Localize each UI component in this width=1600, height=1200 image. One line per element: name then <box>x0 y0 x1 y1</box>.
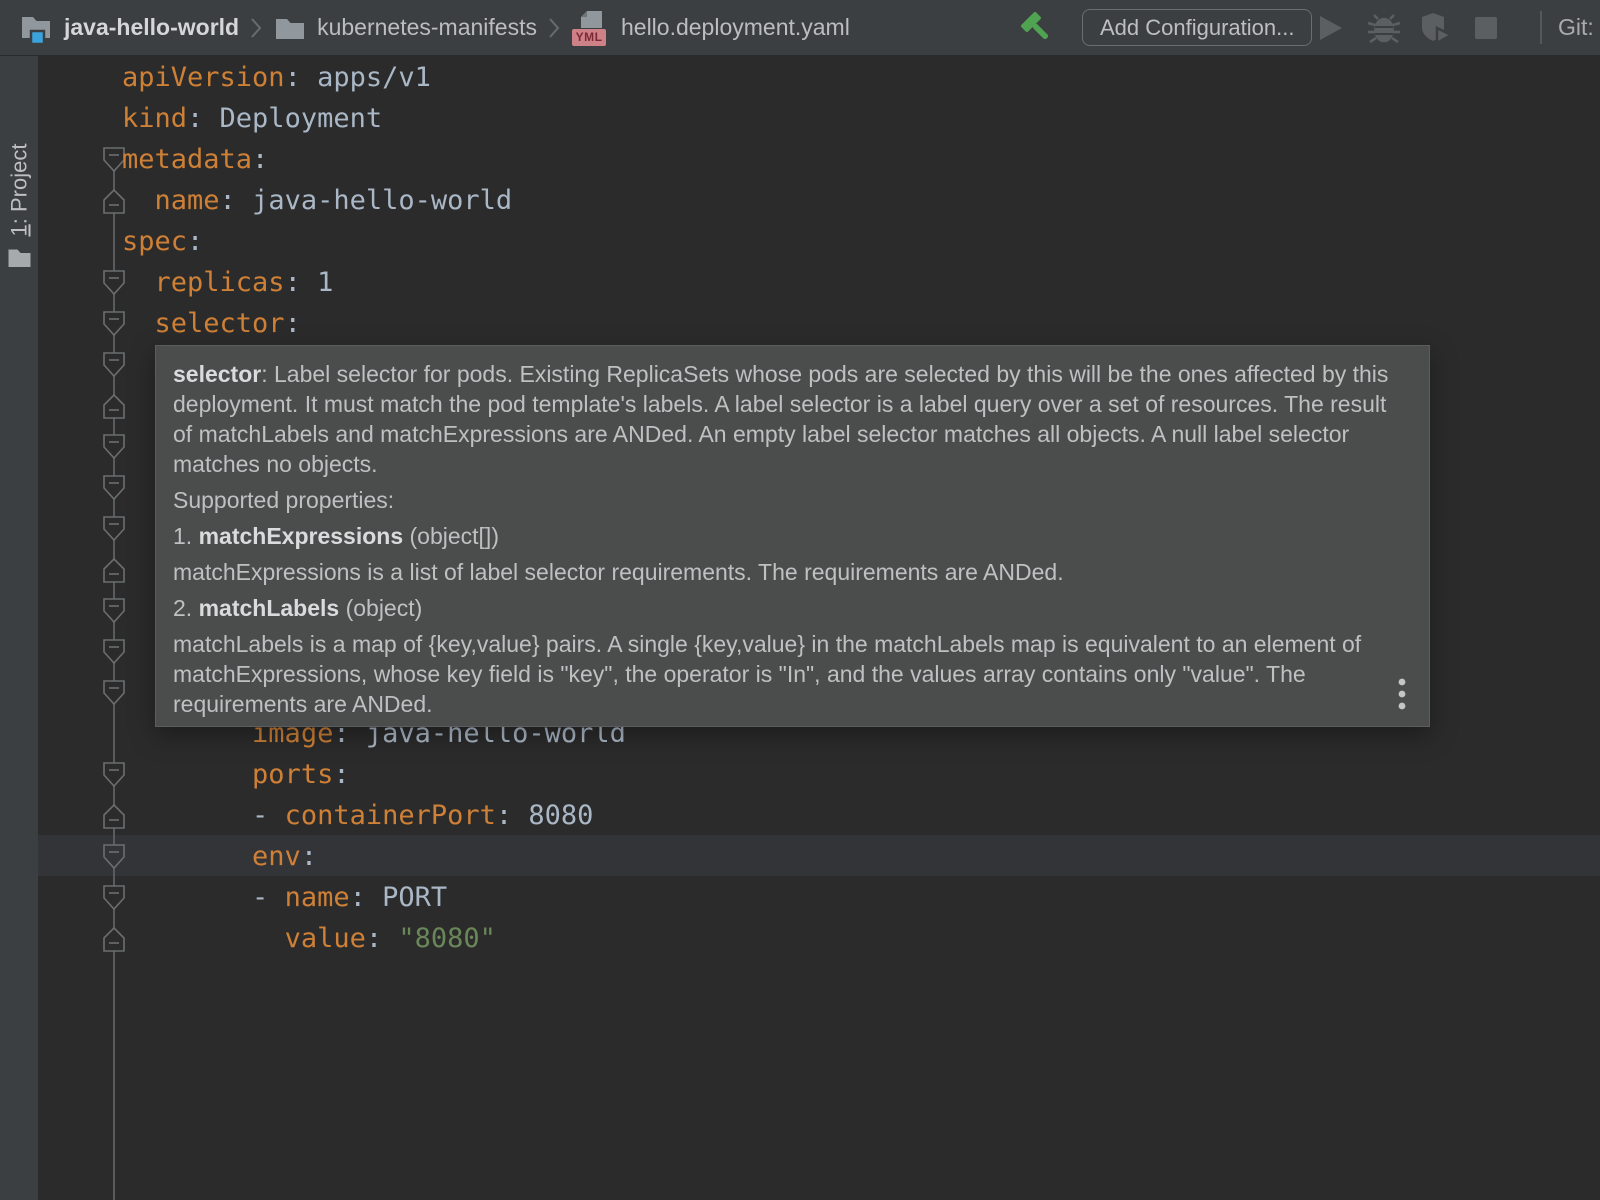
code-token-plain: : <box>187 226 203 257</box>
code-token-key: selector <box>155 308 285 339</box>
kebab-menu-icon[interactable] <box>1397 677 1407 713</box>
debug-bug-icon[interactable] <box>1366 10 1402 46</box>
code-token-plain: : apps/v1 <box>285 62 431 93</box>
run-with-coverage-icon[interactable] <box>1418 10 1454 46</box>
code-token-key: metadata <box>122 144 252 175</box>
breadcrumb-folder[interactable]: kubernetes-manifests <box>273 13 537 43</box>
code-token-key: name <box>285 882 350 913</box>
fold-region-start-icon[interactable] <box>102 351 126 379</box>
breadcrumb-project[interactable]: java-hello-world <box>18 10 239 46</box>
git-widget[interactable]: Git: <box>1558 0 1594 55</box>
fold-region-start-icon[interactable] <box>102 679 126 707</box>
tooltip-property-description: matchLabels is a map of {key,value} pair… <box>173 629 1407 719</box>
folder-icon <box>273 13 307 43</box>
fold-region-start-icon[interactable] <box>102 433 126 461</box>
property-type: (object) <box>339 595 422 621</box>
code-token-plain <box>122 841 252 872</box>
code-token-plain: : <box>252 144 268 175</box>
fold-region-start-icon[interactable] <box>102 474 126 502</box>
property-name: matchExpressions <box>199 523 404 549</box>
project-folder-icon <box>7 246 33 270</box>
code-token-plain <box>122 308 155 339</box>
breadcrumb-file[interactable]: YML hello.deployment.yaml <box>571 8 850 48</box>
property-type: (object[]) <box>403 523 499 549</box>
code-token-key: spec <box>122 226 187 257</box>
yaml-file-icon: YML <box>571 8 611 48</box>
fold-region-start-icon[interactable] <box>102 638 126 666</box>
run-icon[interactable] <box>1312 10 1348 46</box>
code-token-plain: - <box>122 882 285 913</box>
tooltip-property-title: 1. matchExpressions (object[]) <box>173 521 1407 551</box>
main-toolbar: java-hello-world kubernetes-manifests <box>0 0 1600 56</box>
code-line[interactable]: value: "8080" <box>122 918 496 959</box>
code-token-key: value <box>285 923 366 954</box>
yml-badge: YML <box>572 29 606 46</box>
property-name: matchLabels <box>199 595 340 621</box>
project-tool-window-label: 1: Project <box>7 144 33 237</box>
code-line[interactable]: replicas: 1 <box>122 262 333 303</box>
fold-region-end-icon[interactable] <box>102 392 126 420</box>
code-line[interactable]: kind: Deployment <box>122 98 382 139</box>
tooltip-property-title: 2. matchLabels (object) <box>173 593 1407 623</box>
toolbar-separator <box>1540 11 1542 44</box>
code-token-key: containerPort <box>285 800 496 831</box>
add-configuration-label: Add Configuration... <box>1100 15 1294 41</box>
tool-window-stripe: 1: Project <box>0 56 38 1200</box>
code-token-key: kind <box>122 103 187 134</box>
build-hammer-icon[interactable] <box>1019 10 1055 46</box>
code-token-plain <box>122 759 252 790</box>
code-token-key: replicas <box>155 267 285 298</box>
stop-icon[interactable] <box>1468 10 1504 46</box>
chevron-right-icon <box>547 16 561 40</box>
code-line[interactable]: - name: PORT <box>122 877 447 918</box>
code-token-key: env <box>252 841 301 872</box>
git-label: Git: <box>1558 14 1594 41</box>
code-line[interactable]: - containerPort: 8080 <box>122 795 593 836</box>
breadcrumb: java-hello-world kubernetes-manifests <box>18 0 850 55</box>
tooltip-term-description: : Label selector for pods. Existing Repl… <box>173 361 1388 477</box>
code-token-plain: : Deployment <box>187 103 382 134</box>
project-folder-icon <box>18 10 54 46</box>
code-token-key: ports <box>252 759 333 790</box>
breadcrumb-folder-label: kubernetes-manifests <box>317 14 537 41</box>
code-token-plain: : <box>366 923 399 954</box>
code-token-plain: : java-hello-world <box>220 185 513 216</box>
chevron-right-icon <box>249 16 263 40</box>
project-tool-window-button[interactable]: 1: Project <box>0 126 38 271</box>
code-token-plain: : PORT <box>350 882 448 913</box>
code-line[interactable]: metadata: <box>122 139 268 180</box>
code-line[interactable]: env: <box>122 836 317 877</box>
tooltip-property-description: matchExpressions is a list of label sele… <box>173 557 1407 587</box>
property-index: 2. <box>173 595 199 621</box>
tooltip-supported-heading: Supported properties: <box>173 485 1407 515</box>
breadcrumb-file-label: hello.deployment.yaml <box>621 14 850 41</box>
tooltip-intro: selector: Label selector for pods. Exist… <box>173 359 1407 479</box>
code-line[interactable]: apiVersion: apps/v1 <box>122 57 431 98</box>
add-configuration-button[interactable]: Add Configuration... <box>1082 9 1312 46</box>
code-token-plain <box>122 267 155 298</box>
code-token-string: "8080" <box>398 923 496 954</box>
fold-region-start-icon[interactable] <box>102 515 126 543</box>
code-line[interactable]: ports: <box>122 754 350 795</box>
documentation-tooltip: selector: Label selector for pods. Exist… <box>155 345 1430 727</box>
code-token-plain: : <box>333 759 349 790</box>
code-token-plain: - <box>122 800 285 831</box>
code-token-plain <box>122 923 285 954</box>
code-token-plain: : <box>301 841 317 872</box>
code-token-plain <box>122 185 155 216</box>
code-line[interactable]: spec: <box>122 221 203 262</box>
fold-region-start-icon[interactable] <box>102 597 126 625</box>
code-token-plain: : 8080 <box>496 800 594 831</box>
property-index: 1. <box>173 523 199 549</box>
code-token-key: name <box>155 185 220 216</box>
breadcrumb-project-label: java-hello-world <box>64 14 239 41</box>
code-token-key: apiVersion <box>122 62 285 93</box>
fold-region-end-icon[interactable] <box>102 556 126 584</box>
code-token-plain: : 1 <box>285 267 334 298</box>
tooltip-term: selector <box>173 361 261 387</box>
code-line[interactable]: selector: <box>122 303 301 344</box>
code-line[interactable]: name: java-hello-world <box>122 180 512 221</box>
code-token-plain: : <box>285 308 301 339</box>
